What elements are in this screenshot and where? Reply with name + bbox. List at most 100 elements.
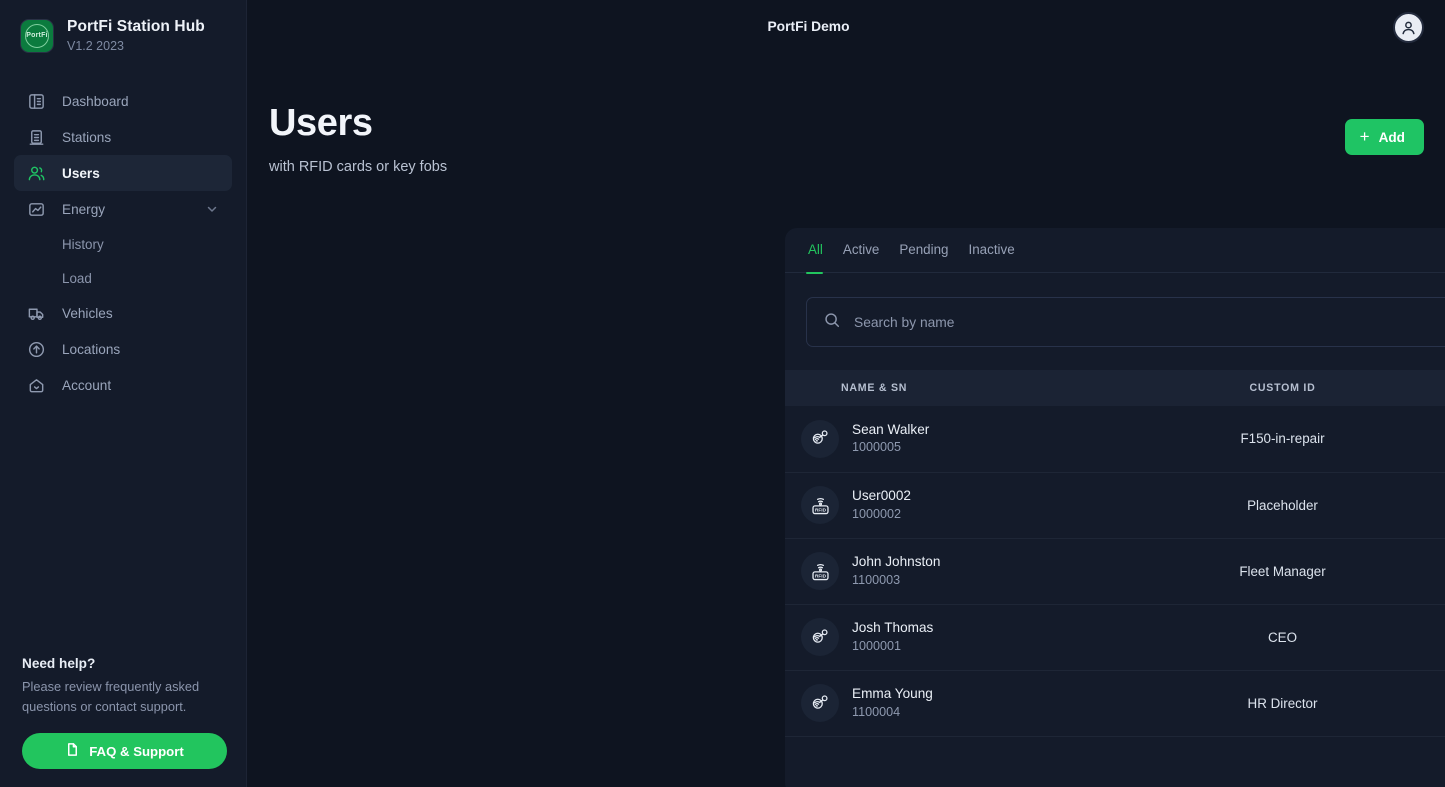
cell-name: Josh Thomas 1000001 — [785, 604, 1175, 670]
sidebar-item-energy[interactable]: Energy — [14, 191, 232, 227]
topbar: PortFi Demo — [247, 0, 1445, 54]
sidebar-item-label: Users — [62, 165, 100, 181]
page-header: Users with RFID cards or key fobs + Add — [247, 54, 1445, 175]
table-row[interactable]: RFID John Johnston 1100003 Fleet Manager… — [785, 538, 1445, 604]
filter-bar: Sort By Last update (newest) — [785, 273, 1445, 370]
help-section: Need help? Please review frequently aske… — [0, 656, 247, 769]
app-root: PortFi PortFi Station Hub V1.2 2023 Dash… — [0, 0, 1445, 787]
cell-name: Sean Walker 1000005 — [785, 406, 1175, 472]
table-row[interactable]: Emma Young 1100004 HR Director Active 11… — [785, 670, 1445, 736]
page-subtitle: with RFID cards or key fobs — [269, 159, 448, 175]
user-name: User0002 — [852, 488, 911, 504]
cell-name: Emma Young 1100004 — [785, 670, 1175, 736]
plus-icon: + — [1359, 126, 1370, 146]
tab-all[interactable]: All — [806, 228, 833, 274]
cell-custom-id: Fleet Manager — [1239, 563, 1326, 579]
sidebar-item-locations[interactable]: Locations — [14, 331, 232, 367]
user-name: Emma Young — [852, 686, 933, 702]
page-title: Users — [269, 102, 373, 144]
cell-status: Active — [1390, 604, 1445, 670]
sidebar-item-dashboard[interactable]: Dashboard — [14, 83, 232, 119]
add-button-label: Add — [1378, 129, 1405, 145]
sidebar-subitem-label: History — [62, 236, 104, 252]
sidebar: PortFi PortFi Station Hub V1.2 2023 Dash… — [0, 0, 247, 787]
key-fob-icon — [801, 684, 839, 722]
rfid-card-icon: RFID — [801, 486, 839, 524]
table-row[interactable]: Josh Thomas 1000001 CEO Active 11/12/202… — [785, 604, 1445, 670]
user-name: Josh Thomas — [852, 620, 934, 636]
user-circle-icon[interactable] — [1393, 12, 1424, 43]
search-icon — [823, 311, 841, 334]
energy-chart-icon — [27, 200, 46, 219]
table-body: Sean Walker 1000005 F150-in-repair Suspe… — [785, 406, 1445, 736]
tab-pending[interactable]: Pending — [889, 228, 958, 273]
svg-text:RFID: RFID — [815, 573, 827, 578]
tab-label: Inactive — [968, 242, 1015, 257]
main-content: PortFi Demo Users with RFID cards or key… — [247, 0, 1445, 787]
location-arrow-icon — [27, 340, 46, 359]
sidebar-item-label: Dashboard — [62, 93, 129, 109]
sidebar-subitem-history[interactable]: History — [14, 227, 232, 261]
tab-bar: All Active Pending Inactive — [785, 228, 1445, 274]
search-box[interactable] — [806, 297, 1445, 347]
tab-inactive[interactable]: Inactive — [959, 228, 1025, 273]
sidebar-item-account[interactable]: Account — [14, 367, 232, 403]
faq-support-label: FAQ & Support — [89, 743, 184, 759]
cell-custom-id: Placeholder — [1247, 497, 1318, 513]
svg-text:RFID: RFID — [815, 507, 827, 512]
user-sn: 1000001 — [852, 638, 902, 653]
help-text: Please review frequently asked questions… — [22, 679, 200, 715]
users-table: NAME & SN CUSTOM ID STATUS LAST UPDATED … — [785, 370, 1445, 737]
brand-version: V1.2 2023 — [67, 38, 124, 53]
sidebar-subitem-label: Load — [62, 270, 92, 286]
user-sn: 1100004 — [852, 704, 901, 719]
document-icon — [65, 742, 80, 760]
sidebar-nav: Dashboard Stations Users Energy History … — [0, 83, 246, 403]
column-header-status: STATUS — [1390, 370, 1445, 406]
cell-name: RFID John Johnston 1100003 — [785, 538, 1175, 604]
key-fob-icon — [801, 419, 839, 458]
user-name: Sean Walker — [852, 422, 930, 438]
search-input[interactable] — [854, 314, 1445, 330]
chevron-down-icon[interactable] — [205, 202, 219, 216]
truck-icon — [27, 304, 46, 323]
user-sn: 1000005 — [852, 440, 902, 455]
user-sn: 1000002 — [852, 506, 902, 521]
sidebar-item-stations[interactable]: Stations — [14, 119, 232, 155]
key-fob-icon — [801, 618, 839, 656]
sidebar-item-users[interactable]: Users — [14, 155, 232, 192]
sidebar-subitem-load[interactable]: Load — [14, 261, 232, 295]
cell-name: RFID User0002 1000002 — [785, 472, 1175, 538]
tab-label: Active — [842, 242, 880, 257]
station-icon — [27, 128, 46, 147]
cell-custom-id: HR Director — [1247, 695, 1318, 711]
sidebar-item-label: Account — [62, 377, 112, 393]
sidebar-item-vehicles[interactable]: Vehicles — [14, 295, 232, 331]
table-row[interactable]: RFID User0002 1000002 Placeholder Invite… — [785, 472, 1445, 538]
topbar-title: PortFi Demo — [767, 19, 850, 34]
user-name: John Johnston — [852, 554, 941, 570]
add-user-button[interactable]: + Add — [1344, 119, 1424, 155]
cell-custom-id: CEO — [1267, 629, 1298, 645]
cell-status: Active — [1390, 670, 1445, 736]
sidebar-item-label: Vehicles — [62, 305, 113, 321]
user-sn: 1100003 — [852, 572, 901, 587]
table-row[interactable]: Sean Walker 1000005 F150-in-repair Suspe… — [785, 406, 1445, 472]
tab-label: All — [808, 242, 823, 257]
column-header-custom-id: CUSTOM ID — [1249, 382, 1316, 394]
pagination: Rows per page: 5 1–5 of 10 — [785, 737, 1445, 787]
portfi-logo-icon: PortFi — [20, 18, 54, 53]
logo-ring-text: PortFi — [25, 23, 49, 48]
tab-active[interactable]: Active — [833, 228, 889, 273]
cell-custom-id: F150-in-repair — [1240, 431, 1325, 447]
tab-label: Pending — [899, 242, 949, 257]
home-icon — [27, 376, 46, 395]
faq-support-button[interactable]: FAQ & Support — [22, 733, 227, 769]
table-header: NAME & SN CUSTOM ID STATUS LAST UPDATED … — [785, 370, 1445, 406]
dashboard-icon — [27, 92, 46, 111]
cell-status: Active — [1390, 538, 1445, 604]
sidebar-item-label: Stations — [62, 129, 112, 145]
column-header-name: NAME & SN — [841, 382, 908, 394]
users-icon — [27, 164, 46, 183]
help-title: Need help? — [22, 656, 96, 672]
